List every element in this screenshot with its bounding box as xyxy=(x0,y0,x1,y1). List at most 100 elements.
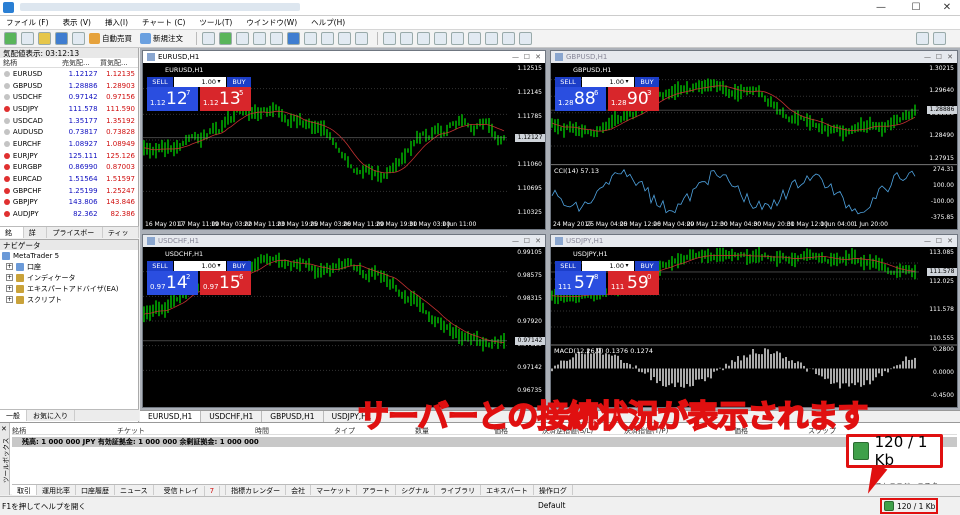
menu-insert[interactable]: 挿入(I) xyxy=(105,17,128,28)
buy-price-button[interactable]: 1.12 13 5 xyxy=(200,87,251,111)
chart-minimize-icon[interactable]: — xyxy=(924,237,931,245)
tab-experts[interactable]: エキスパート xyxy=(481,485,534,495)
menu-file[interactable]: ファイル (F) xyxy=(6,17,49,28)
lot-size-dropdown-icon[interactable]: ▾ xyxy=(621,77,633,87)
tab-favorites[interactable]: お気に入り xyxy=(27,410,75,421)
market-watch-row[interactable]: AUDUSD 0.73817 0.73828 xyxy=(0,126,138,138)
tab-library[interactable]: ライブラリ xyxy=(435,485,482,495)
tab-mailbox[interactable]: 受信トレイ 7 xyxy=(154,485,227,496)
nav-root-metatrader[interactable]: MetaTrader 5 xyxy=(0,250,138,261)
sell-price-button[interactable]: 1.28 88 6 xyxy=(555,87,606,111)
arrows-icon[interactable] xyxy=(519,32,532,45)
buy-price-button[interactable]: 111 59 0 xyxy=(608,271,659,295)
tile-windows-icon[interactable] xyxy=(287,32,300,45)
chart-maximize-icon[interactable]: ☐ xyxy=(936,237,942,245)
fibonacci-icon[interactable] xyxy=(485,32,498,45)
tab-exposure[interactable]: 運用比率 xyxy=(37,485,76,495)
col-type[interactable]: タイプ xyxy=(334,426,355,436)
market-watch-row[interactable]: USDCAD 1.35177 1.35192 xyxy=(0,115,138,127)
bar-chart-icon[interactable] xyxy=(202,32,215,45)
chart-maximize-icon[interactable]: ☐ xyxy=(524,53,530,61)
market-watch-row[interactable]: GBPJPY 143.806 143.846 xyxy=(0,197,138,209)
chart-plot[interactable]: 1.125151.121451.117851.114501.110601.106… xyxy=(143,63,545,229)
candlestick-icon[interactable] xyxy=(219,32,232,45)
chart-window-usdchf[interactable]: USDCHF,H1 — ☐ ✕ 0.99105 0.98575 0.98315 0.97920… xyxy=(142,234,546,408)
market-watch-row[interactable]: EURCAD 1.51564 1.51597 xyxy=(0,173,138,185)
col-symbol[interactable]: 銘柄 xyxy=(12,426,26,436)
chart-caption[interactable]: USDJPY,H1 — ☐ ✕ xyxy=(551,235,957,247)
chart-window-gbpusd[interactable]: GBPUSD,H1 — ☐ ✕ CCI(14) 57.13 274.31 100.00 -10… xyxy=(550,50,958,230)
tab-details[interactable]: 詳細 xyxy=(24,227,48,247)
chart-minimize-icon[interactable]: — xyxy=(924,53,931,61)
buy-price-button[interactable]: 1.28 90 3 xyxy=(608,87,659,111)
shapes-icon[interactable] xyxy=(916,32,929,45)
chart-window-eurusd[interactable]: EURUSD,H1—☐✕1.125151.121451.117851.11450… xyxy=(142,50,546,230)
buy-button[interactable]: BUY xyxy=(227,77,251,87)
col-ticket[interactable]: チケット xyxy=(117,426,145,436)
chart-caption[interactable]: GBPUSD,H1 — ☐ ✕ xyxy=(551,51,957,63)
tab-symbols[interactable]: 銘柄 xyxy=(0,227,24,247)
nav-item-accounts[interactable]: + 口座 xyxy=(0,261,138,272)
chart-shift-icon[interactable] xyxy=(321,32,334,45)
new-order-button[interactable]: 新規注文 xyxy=(140,33,183,44)
tab-news[interactable]: ニュース xyxy=(115,485,154,495)
new-chart-icon[interactable] xyxy=(4,32,17,45)
menu-view[interactable]: 表示 (V) xyxy=(63,17,91,28)
tab-journal[interactable]: 操作ログ xyxy=(534,485,573,495)
tab-calendar[interactable]: 指標カレンダー xyxy=(226,485,287,495)
buy-button[interactable]: BUY xyxy=(635,77,659,87)
minimize-button[interactable]: — xyxy=(870,1,892,15)
cursor-icon[interactable] xyxy=(383,32,396,45)
expand-icon[interactable]: + xyxy=(6,296,13,303)
connection-status[interactable]: 120 / 1 Kb xyxy=(880,498,938,514)
indicators-icon[interactable] xyxy=(338,32,351,45)
market-watch-row[interactable]: GBPCHF 1.25199 1.25247 xyxy=(0,185,138,197)
chart-plot[interactable]: MACD(12,26,9) 0.1376 0.1274 0.2800 0.0000 -… xyxy=(551,247,957,407)
market-watch-row[interactable]: EURCHF 1.08927 1.08949 xyxy=(0,138,138,150)
market-watch-row[interactable]: EURUSD 1.12127 1.12135 xyxy=(0,68,138,80)
expand-icon[interactable]: + xyxy=(6,274,13,281)
tab-common[interactable]: 一般 xyxy=(0,410,27,421)
maximize-button[interactable]: ☐ xyxy=(905,1,927,15)
menu-window[interactable]: ウインドウ(W) xyxy=(246,17,297,28)
chart-close-icon[interactable]: ✕ xyxy=(535,53,541,61)
chart-tab-eurusd[interactable]: EURUSD,H1 xyxy=(140,411,202,422)
chart-tab-usdchf[interactable]: USDCHF,H1 xyxy=(201,411,263,422)
chart-caption[interactable]: EURUSD,H1 — ☐ ✕ xyxy=(143,51,545,63)
chart-close-icon[interactable]: ✕ xyxy=(947,237,953,245)
market-watch-row[interactable]: USDCHF 0.97142 0.97156 xyxy=(0,91,138,103)
tab-history[interactable]: 口座履歴 xyxy=(76,485,115,495)
tab-ticks[interactable]: ティック xyxy=(103,227,139,247)
sell-button[interactable]: SELL xyxy=(555,261,581,271)
trendline-icon[interactable] xyxy=(451,32,464,45)
column-bid[interactable]: 売気配... xyxy=(62,58,100,67)
menu-help[interactable]: ヘルプ(H) xyxy=(311,17,345,28)
periods-icon[interactable] xyxy=(355,32,368,45)
nav-item-experts[interactable]: + エキスパートアドバイザ(EA) xyxy=(0,283,138,294)
sell-price-button[interactable]: 0.97 14 2 xyxy=(147,271,198,295)
sell-button[interactable]: SELL xyxy=(147,77,173,87)
chart-maximize-icon[interactable]: ☐ xyxy=(524,237,530,245)
sell-button[interactable]: SELL xyxy=(147,261,173,271)
tab-company[interactable]: 会社 xyxy=(286,485,312,495)
market-watch-row[interactable]: EURGBP 0.86990 0.87003 xyxy=(0,162,138,174)
zoom-in-icon[interactable] xyxy=(253,32,266,45)
line-chart-icon[interactable] xyxy=(236,32,249,45)
tab-alerts[interactable]: アラート xyxy=(357,485,397,495)
chart-plot[interactable]: 0.991050.985750.983150.979200.975250.971… xyxy=(143,247,545,407)
vertical-line-icon[interactable] xyxy=(417,32,430,45)
tab-signals[interactable]: シグナル xyxy=(396,485,436,495)
market-watch-row[interactable]: GBPUSD 1.28886 1.28903 xyxy=(0,80,138,92)
chart-plot[interactable]: CCI(14) 57.13 274.31 100.00 -100.00 -375.85 1… xyxy=(551,63,957,229)
toolbox-icon[interactable] xyxy=(72,32,85,45)
equidistant-channel-icon[interactable] xyxy=(468,32,481,45)
market-watch-row[interactable]: USDJPY 111.578 111.590 xyxy=(0,103,138,115)
buy-button[interactable]: BUY xyxy=(635,261,659,271)
zoom-out-icon[interactable] xyxy=(270,32,283,45)
chart-minimize-icon[interactable]: — xyxy=(512,237,519,245)
buy-price-button[interactable]: 0.97 15 6 xyxy=(200,271,251,295)
chart-tab-gbpusd[interactable]: GBPUSD,H1 xyxy=(262,411,324,422)
sell-price-button[interactable]: 1.12 12 7 xyxy=(147,87,198,111)
tab-trade[interactable]: 取引 xyxy=(12,485,37,495)
chat-icon[interactable] xyxy=(933,32,946,45)
